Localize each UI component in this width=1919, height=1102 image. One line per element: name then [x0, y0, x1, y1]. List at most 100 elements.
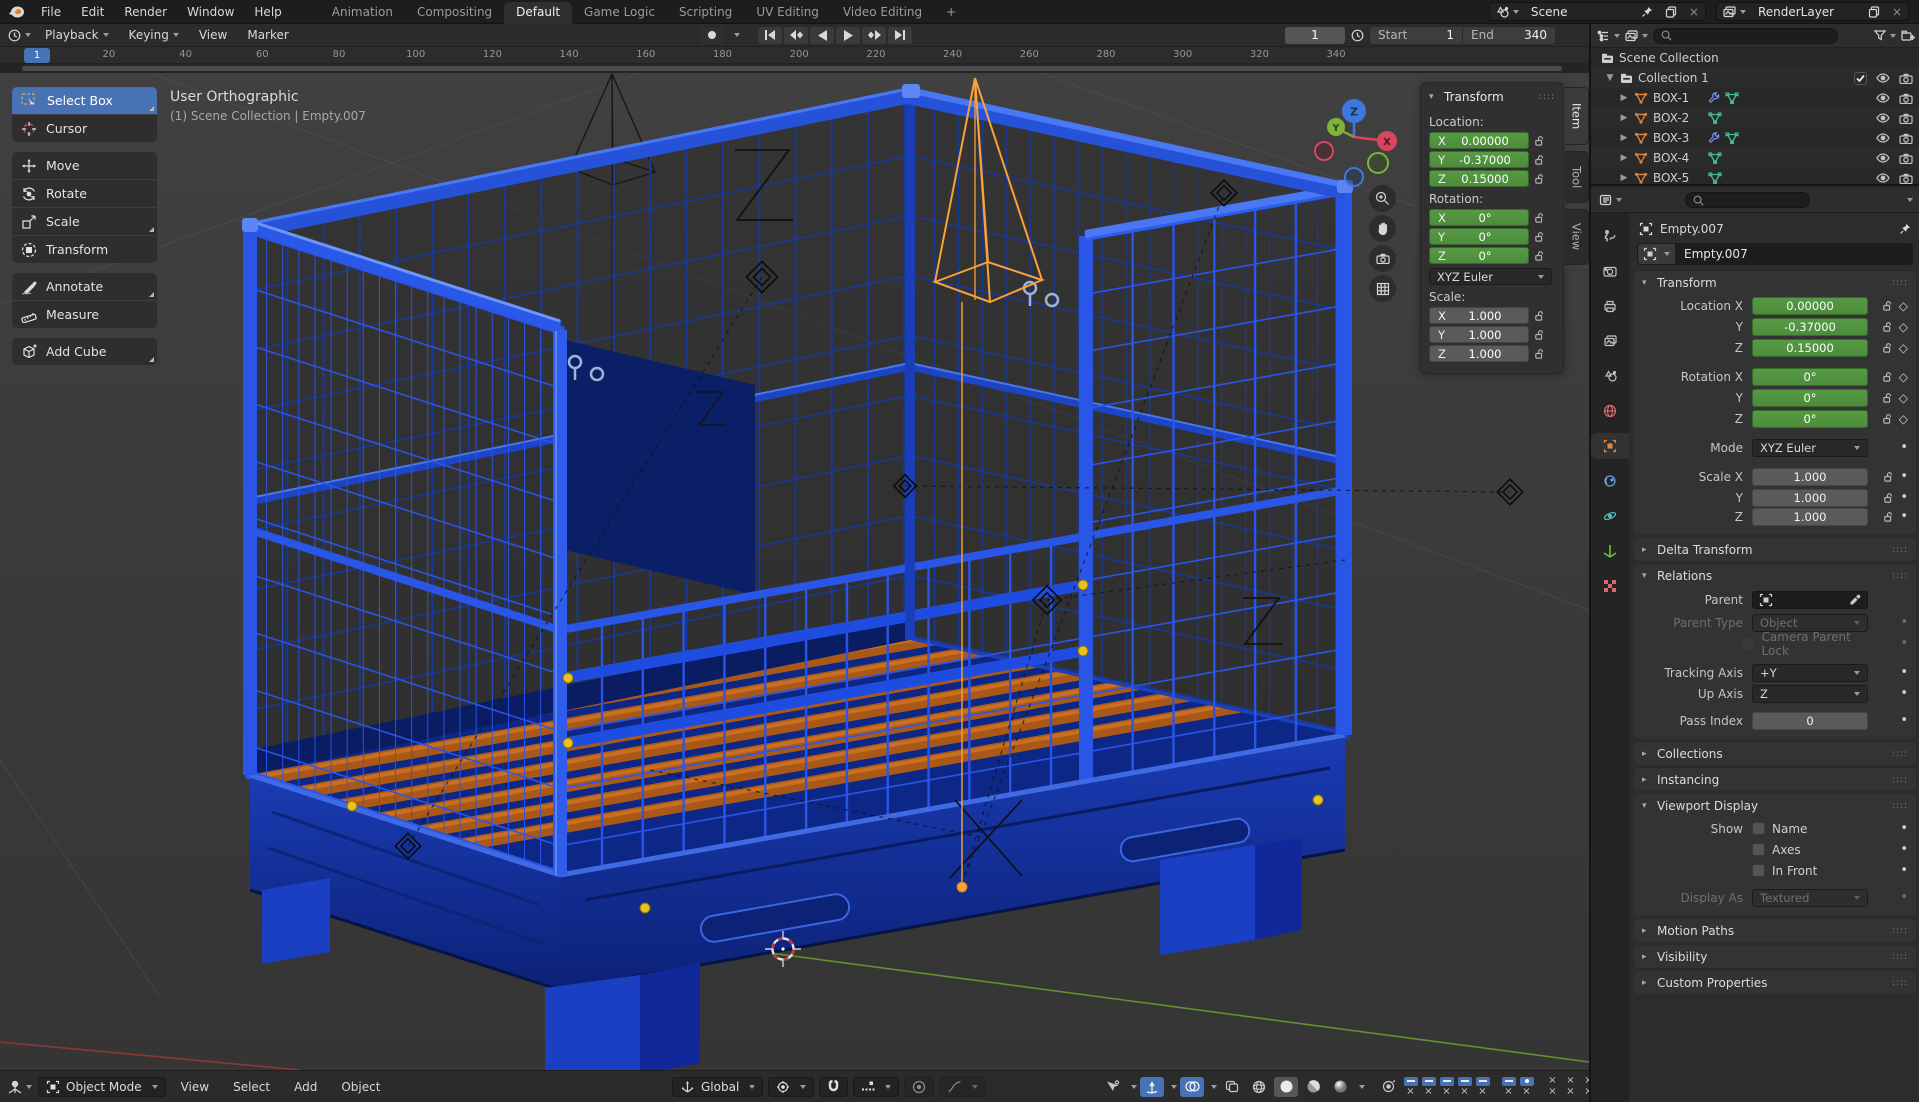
tab-constraints[interactable] [1593, 468, 1627, 494]
collapse-chevron[interactable]: ▾ [1642, 571, 1651, 581]
menu-select[interactable]: Select [224, 1080, 279, 1094]
location-z-field[interactable]: Z 0.15000 [1429, 170, 1529, 187]
tool-scale[interactable]: Scale [12, 208, 157, 235]
hide-viewport-icon[interactable] [1876, 113, 1890, 123]
tool-transform[interactable]: Transform [12, 236, 157, 263]
panel-collections[interactable]: ▸ Collections:::: [1634, 742, 1916, 765]
scale-y-field[interactable]: Y 1.000 [1429, 326, 1529, 343]
tab-scene[interactable] [1593, 363, 1627, 389]
gizmos-toggle[interactable] [1140, 1076, 1164, 1097]
addon-toggle-2[interactable]: × [1421, 1076, 1436, 1097]
eyedropper-icon[interactable] [1849, 594, 1861, 606]
tool-annotate[interactable]: Annotate [12, 273, 157, 300]
outliner-row-box-3[interactable]: ▶ BOX-3 [1591, 128, 1919, 148]
npanel-collapse-chevron[interactable]: ▾ [1429, 92, 1438, 102]
xray-toggle[interactable] [1220, 1077, 1244, 1097]
gizmo-negative-z-axis[interactable] [1344, 167, 1364, 187]
hide-viewport-icon[interactable] [1876, 133, 1890, 143]
npanel-tab-view[interactable]: View [1565, 209, 1589, 265]
lock-icon[interactable] [1882, 342, 1894, 354]
collapse-chevron[interactable]: ▾ [1642, 801, 1651, 811]
lock-icon[interactable] [1882, 392, 1894, 404]
disable-render-icon[interactable] [1899, 153, 1913, 164]
shading-wireframe-button[interactable] [1247, 1077, 1271, 1097]
addon-toggle-7[interactable]: × [1519, 1076, 1534, 1097]
auto-key-options-chevron[interactable] [734, 33, 740, 37]
rotation-mode-dropdown[interactable]: XYZ Euler [1429, 268, 1552, 285]
location-y-field[interactable]: Y -0.37000 [1429, 151, 1529, 168]
keyframe-icon[interactable]: ◇ [1899, 370, 1908, 384]
panel-instancing[interactable]: ▸ Instancing:::: [1634, 768, 1916, 791]
tab-output[interactable] [1593, 293, 1627, 319]
viewlayer-copy-icon[interactable] [1862, 3, 1886, 20]
proportional-edit-toggle[interactable] [904, 1076, 935, 1097]
menu-window[interactable]: Window [177, 0, 244, 24]
tab-video-editing[interactable]: Video Editing [831, 2, 934, 24]
lock-icon[interactable] [1534, 154, 1546, 166]
scale-z-field[interactable]: Z 1.000 [1429, 345, 1529, 362]
panel-drag-handle[interactable]: :::: [1539, 92, 1555, 102]
tab-texture[interactable] [1593, 573, 1627, 599]
properties-options-chevron[interactable] [1903, 198, 1913, 202]
properties-editor-type-icon[interactable] [1599, 194, 1622, 206]
show-name-checkbox[interactable] [1752, 822, 1765, 835]
prop-rotation-z[interactable]: 0° [1752, 409, 1868, 428]
snap-toggle[interactable] [819, 1076, 849, 1097]
viewport-3d[interactable]: User Orthographic (1) Scene Collection |… [0, 73, 1589, 1070]
panel-drag-handle[interactable]: :::: [1892, 801, 1908, 811]
addon-toggle-6[interactable]: × [1501, 1076, 1516, 1097]
tab-compositing[interactable]: Compositing [405, 2, 504, 24]
hide-viewport-icon[interactable] [1876, 73, 1890, 83]
keyframe-icon[interactable]: ◇ [1899, 341, 1908, 355]
camera-view-button[interactable] [1369, 245, 1396, 272]
panel-drag-handle[interactable]: :::: [1892, 571, 1908, 581]
play-button[interactable] [836, 26, 860, 44]
parent-field[interactable] [1752, 591, 1868, 609]
outliner-row-scene-collection[interactable]: Scene Collection [1591, 48, 1919, 68]
hide-viewport-icon[interactable] [1876, 173, 1890, 183]
expand-chevron[interactable]: ▶ [1619, 93, 1629, 103]
overlays-toggle[interactable] [1180, 1076, 1204, 1097]
tab-object[interactable] [1591, 433, 1629, 459]
scale-x-field[interactable]: X 1.000 [1429, 307, 1529, 324]
timeline-scrollbar[interactable] [0, 64, 1589, 73]
next-keyframe-button[interactable] [862, 26, 886, 44]
outliner-display-mode-icon[interactable] [1625, 29, 1648, 42]
menu-file[interactable]: File [31, 0, 71, 24]
snap-target-dropdown[interactable] [853, 1076, 900, 1097]
scene-unlink-icon[interactable]: × [1683, 3, 1705, 20]
lock-icon[interactable] [1534, 135, 1546, 147]
prop-location-y[interactable]: -0.37000 [1752, 317, 1868, 336]
tab-game-logic[interactable]: Game Logic [572, 2, 667, 24]
disable-render-icon[interactable] [1899, 173, 1913, 184]
lock-icon[interactable] [1882, 371, 1894, 383]
addon-toggle-4[interactable]: × [1457, 1076, 1472, 1097]
preview-range-icon[interactable] [1351, 29, 1364, 42]
keyframe-icon[interactable]: ◇ [1899, 412, 1908, 426]
npanel-tab-item[interactable]: Item [1565, 87, 1589, 145]
shading-rendered-button[interactable] [1328, 1077, 1352, 1097]
menu-add[interactable]: Add [285, 1080, 326, 1094]
tab-uv-editing[interactable]: UV Editing [744, 2, 831, 24]
scene-copy-icon[interactable] [1659, 3, 1683, 20]
tab-object-data[interactable] [1593, 538, 1627, 564]
gizmo-negative-x-axis[interactable] [1314, 141, 1334, 161]
rotation-mode-dropdown[interactable]: XYZ Euler [1752, 438, 1868, 457]
object-name-field[interactable]: Empty.007 [1675, 243, 1913, 265]
addon-x-1[interactable]: × × [1545, 1076, 1560, 1097]
tab-view-layer[interactable] [1593, 328, 1627, 354]
ortho-toggle-button[interactable] [1369, 275, 1396, 302]
keyframe-icon[interactable]: ◇ [1899, 299, 1908, 313]
end-frame-field[interactable]: End 340 [1463, 26, 1555, 44]
show-axes-checkbox[interactable] [1752, 843, 1765, 856]
panel-custom-properties[interactable]: ▸ Custom Properties:::: [1634, 971, 1916, 994]
expand-chevron[interactable]: ▶ [1619, 153, 1629, 163]
tool-add-cube[interactable]: Add Cube [12, 338, 157, 365]
pivot-point-dropdown[interactable] [768, 1076, 815, 1097]
menu-render[interactable]: Render [114, 0, 177, 24]
panel-drag-handle[interactable]: :::: [1892, 278, 1908, 288]
disable-render-icon[interactable] [1899, 133, 1913, 144]
outliner-row-box-4[interactable]: ▶ BOX-4 [1591, 148, 1919, 168]
shading-solid-button[interactable] [1274, 1076, 1298, 1097]
pan-button[interactable] [1369, 215, 1396, 242]
